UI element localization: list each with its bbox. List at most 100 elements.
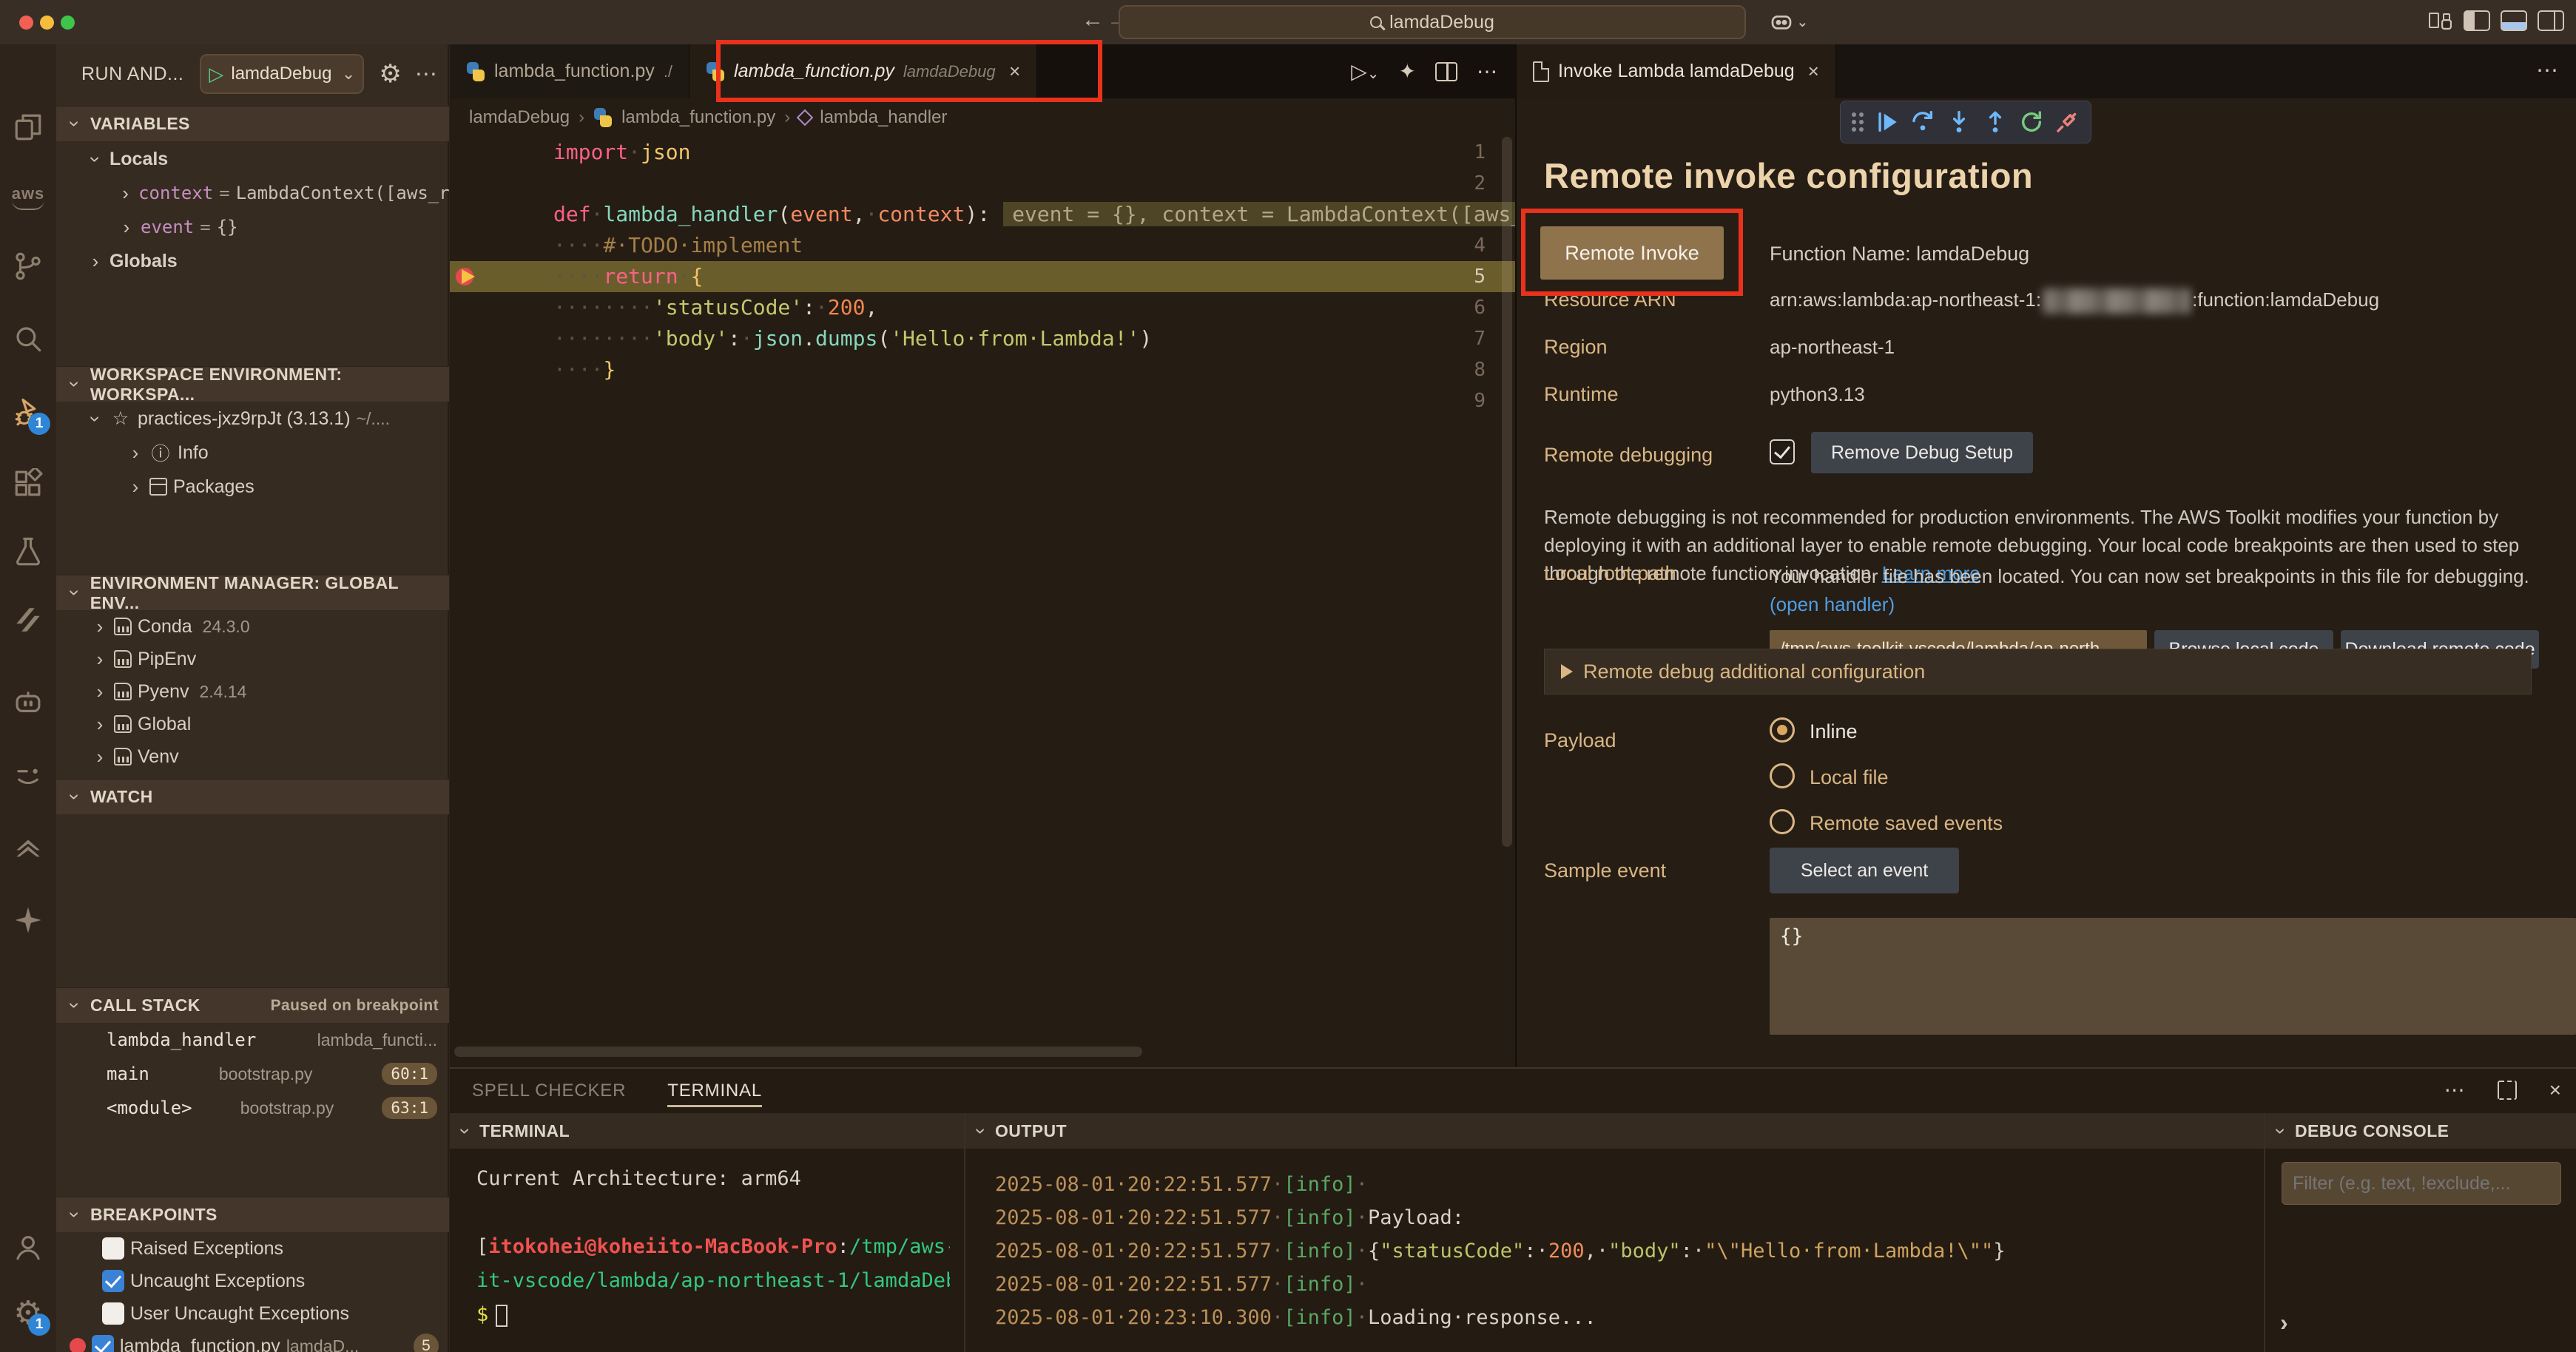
- close-panel-icon[interactable]: ×: [2549, 1078, 2561, 1102]
- run-and-debug-icon[interactable]: 1: [0, 385, 56, 441]
- env-manager-item-pipenv[interactable]: ›PipEnv: [56, 643, 449, 675]
- tree-item-packages[interactable]: ›Packages: [56, 470, 449, 504]
- toolbar-drag-handle[interactable]: [1852, 112, 1864, 132]
- breadcrumb[interactable]: lamdaDebug › lambda_function.py › lambda…: [450, 98, 1515, 137]
- code-line-4[interactable]: 4····#·TODO·implement: [450, 230, 1515, 261]
- traffic-minimize-button[interactable]: [40, 16, 54, 30]
- debug-step-into-icon[interactable]: [1946, 109, 1972, 135]
- debug-continue-icon[interactable]: [1875, 109, 1900, 135]
- output-pane[interactable]: 2025-08-01·20:22:51.577·[info]·2025-08-0…: [995, 1149, 2245, 1352]
- copilot-menu[interactable]: ⌄: [1770, 10, 1809, 33]
- breadcrumb-folder[interactable]: lamdaDebug: [469, 107, 570, 128]
- remote-debugging-checkbox[interactable]: [1770, 439, 1795, 464]
- nav-back-icon[interactable]: ←: [1082, 7, 1104, 33]
- tree-item-locals[interactable]: ›Locals: [56, 142, 449, 176]
- split-editor-icon[interactable]: [1435, 62, 1457, 81]
- gutter[interactable]: [450, 230, 547, 261]
- breakpoint-checkbox[interactable]: [102, 1270, 124, 1292]
- call-stack-frame[interactable]: <module>bootstrap.py63:1: [56, 1091, 449, 1125]
- open-handler-link[interactable]: (open handler): [1770, 593, 1895, 615]
- sparkle-icon[interactable]: ✦: [1399, 59, 1416, 84]
- panel-more-icon[interactable]: ⋯: [2536, 58, 2558, 84]
- breakpoint-row[interactable]: Uncaught Exceptions: [56, 1265, 449, 1297]
- gutter[interactable]: [450, 385, 547, 416]
- gutter[interactable]: [450, 168, 547, 199]
- call-stack-frame[interactable]: lambda_handlerlambda_functi...: [56, 1023, 449, 1057]
- variable-row[interactable]: ›context=LambdaContext([aws_req…: [56, 176, 449, 210]
- payload-remote-saved-radio[interactable]: [1770, 809, 1795, 834]
- customize-layout-icon[interactable]: [2427, 10, 2453, 31]
- payload-local-file-radio[interactable]: [1770, 763, 1795, 788]
- toggle-secondary-sidebar-icon[interactable]: [2538, 10, 2564, 31]
- gutter[interactable]: [450, 292, 547, 323]
- editor-more-icon[interactable]: ⋯: [1477, 59, 1497, 84]
- stripes-extension-icon[interactable]: [0, 592, 56, 648]
- editor-vertical-scrollbar[interactable]: [1502, 137, 1512, 847]
- code-line-6[interactable]: 6········'statusCode':·200,: [450, 292, 1515, 323]
- code-line-9[interactable]: 9: [450, 385, 1515, 416]
- variables-section-header[interactable]: › VARIABLES: [56, 106, 449, 141]
- debug-step-over-icon[interactable]: [1910, 109, 1935, 135]
- code-line-8[interactable]: 8····}: [450, 354, 1515, 385]
- code-line-1[interactable]: 1import·json: [450, 137, 1515, 168]
- start-debug-icon[interactable]: ▷: [209, 63, 223, 86]
- explorer-icon[interactable]: [0, 99, 56, 155]
- breakpoint-row[interactable]: User Uncaught Exceptions: [56, 1297, 449, 1330]
- maximize-panel-icon[interactable]: [2498, 1081, 2517, 1100]
- debug-restart-icon[interactable]: [2019, 109, 2044, 135]
- watch-section-header[interactable]: › WATCH: [56, 779, 449, 814]
- breakpoint-checkbox[interactable]: [92, 1335, 114, 1352]
- tab-terminal[interactable]: TERMINAL: [667, 1069, 762, 1113]
- chevrons-extension-icon[interactable]: [0, 819, 56, 876]
- sample-event-textarea[interactable]: {}: [1770, 918, 2576, 1035]
- call-stack-frame[interactable]: mainbootstrap.py60:1: [56, 1057, 449, 1091]
- gutter[interactable]: [450, 354, 547, 385]
- tab-invoke-lambda[interactable]: Invoke Lambda lamdaDebug ×: [1517, 44, 1836, 98]
- breadcrumb-symbol[interactable]: lambda_handler: [820, 107, 947, 128]
- env-manager-item-conda[interactable]: ›Conda24.3.0: [56, 610, 449, 643]
- testing-flask-icon[interactable]: [0, 524, 56, 580]
- payload-local-file-label[interactable]: Local file: [1810, 766, 1889, 789]
- debug-settings-gear-icon[interactable]: ⚙: [379, 59, 401, 89]
- terminal-pane[interactable]: Current Architecture: arm64[itokohei@koh…: [476, 1149, 950, 1352]
- sparkle-assistant-icon[interactable]: [0, 892, 56, 948]
- panel-more-icon[interactable]: ⋯: [2444, 1078, 2465, 1102]
- breadcrumb-file[interactable]: lambda_function.py: [621, 107, 775, 128]
- run-python-file-icon[interactable]: ▷⌄: [1351, 59, 1379, 84]
- settings-gear-icon[interactable]: ⚙ 1: [0, 1285, 56, 1342]
- debug-console-filter-input[interactable]: [2282, 1162, 2561, 1205]
- code-line-5[interactable]: 5····return·{: [450, 261, 1515, 292]
- payload-inline-label[interactable]: Inline: [1810, 720, 1858, 743]
- gutter[interactable]: [450, 323, 547, 354]
- tab-close-icon[interactable]: ×: [1808, 60, 1819, 83]
- traffic-maximize-button[interactable]: [61, 16, 75, 30]
- tab-lambda-function-local[interactable]: lambda_function.py ./: [450, 44, 689, 98]
- debug-step-out-icon[interactable]: [1983, 109, 2008, 135]
- code-line-2[interactable]: 2: [450, 168, 1515, 199]
- toggle-primary-sidebar-icon[interactable]: [2464, 10, 2490, 31]
- traffic-close-button[interactable]: [19, 16, 33, 30]
- debug-disconnect-icon[interactable]: [2054, 109, 2080, 135]
- source-control-icon[interactable]: [0, 238, 56, 294]
- toggle-panel-icon[interactable]: [2501, 10, 2527, 31]
- output-pane-header[interactable]: › OUTPUT: [965, 1113, 2264, 1149]
- code-editor[interactable]: 1import·json23def·lambda_handler(event,·…: [450, 137, 1515, 1091]
- tree-item-info[interactable]: ›ⓘInfo: [56, 436, 449, 470]
- debug-console-pane-header[interactable]: › DEBUG CONSOLE: [2265, 1113, 2576, 1149]
- tree-item-globals[interactable]: ›Globals: [56, 244, 449, 278]
- breakpoint-row[interactable]: Raised Exceptions: [56, 1232, 449, 1265]
- aws-icon[interactable]: aws: [0, 169, 56, 225]
- env-manager-item-pyenv[interactable]: ›Pyenv2.4.14: [56, 675, 449, 708]
- workspace-env-section-header[interactable]: › WORKSPACE ENVIRONMENT: WORKSPA...: [56, 366, 449, 402]
- accounts-icon[interactable]: [0, 1219, 56, 1275]
- robot-assistant-icon[interactable]: [0, 675, 56, 731]
- tab-spell-checker[interactable]: SPELL CHECKER: [472, 1069, 626, 1113]
- breakpoint-row[interactable]: lambda_function.pylamdaD...5: [56, 1330, 449, 1352]
- payload-inline-radio[interactable]: [1770, 717, 1795, 743]
- env-manager-item-global[interactable]: ›Global: [56, 708, 449, 740]
- remote-debug-additional-config[interactable]: Remote debug additional configuration: [1544, 649, 2532, 694]
- gutter[interactable]: [450, 137, 547, 168]
- terminal-pane-header[interactable]: › TERMINAL: [450, 1113, 964, 1149]
- tree-item-env-root[interactable]: ›☆practices-jxz9rpJt (3.13.1)~/....: [56, 402, 449, 436]
- gutter[interactable]: [450, 261, 547, 292]
